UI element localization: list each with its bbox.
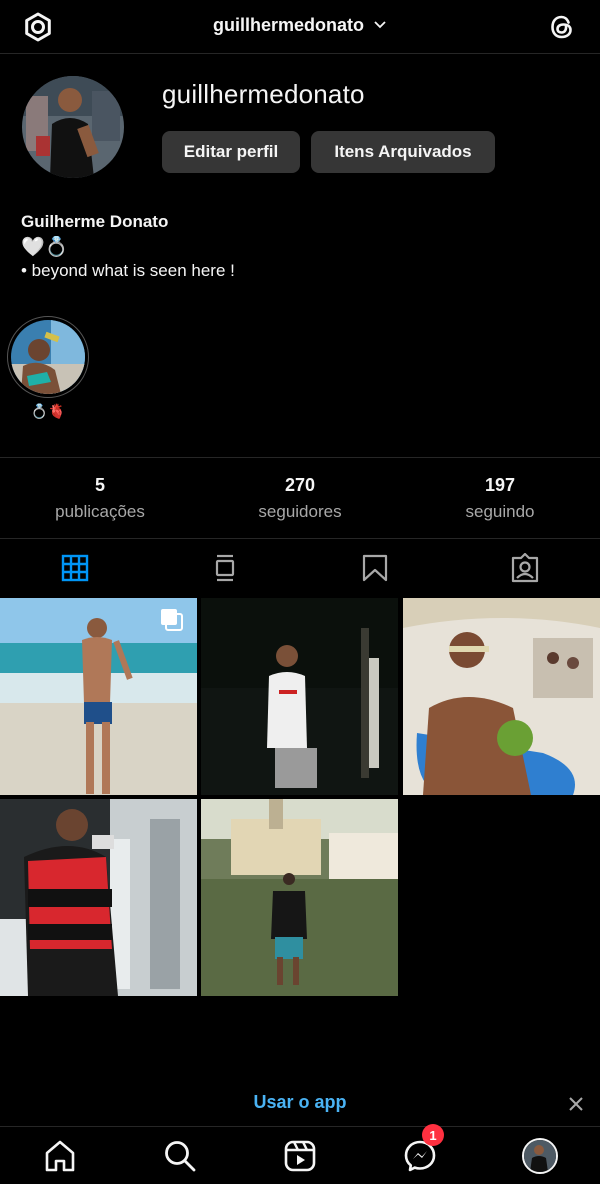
top-bar: guillhermedonato: [0, 0, 600, 54]
nav-reels[interactable]: [240, 1127, 360, 1184]
post-thumbnail[interactable]: [0, 598, 197, 795]
stat-followers-label: seguidores: [258, 502, 342, 521]
profile-avatar[interactable]: [22, 76, 124, 178]
nav-home[interactable]: [0, 1127, 120, 1184]
close-icon[interactable]: [566, 1094, 586, 1114]
chevron-down-icon: [374, 21, 386, 29]
use-app-link[interactable]: Usar o app: [0, 1092, 600, 1113]
stat-following-value: 197: [484, 475, 516, 495]
threads-icon[interactable]: [544, 9, 580, 45]
profile-tabs: [0, 539, 600, 597]
bio-emoji: 🤍💍: [21, 237, 69, 258]
bookmark-icon: [362, 554, 388, 582]
post-thumbnail[interactable]: [403, 598, 600, 795]
tab-tagged[interactable]: [450, 539, 600, 597]
stat-posts-value: 5: [94, 475, 105, 495]
highlight-label: 💍🫀: [30, 403, 66, 419]
nav-messages[interactable]: 1: [360, 1124, 480, 1184]
stat-following-label: seguindo: [465, 502, 535, 521]
messages-badge: 1: [422, 1124, 444, 1146]
post-thumbnail[interactable]: [201, 799, 398, 996]
edit-profile-button[interactable]: Editar perfil: [162, 131, 300, 173]
stat-posts[interactable]: 5 publicações: [0, 458, 200, 538]
bottom-navigation: 1: [0, 1124, 600, 1184]
profile-stats: 5 publicações 270 seguidores 197 seguind…: [0, 457, 600, 539]
profile-username: guillhermedonato: [162, 79, 365, 109]
app-banner: Usar o app: [0, 1084, 600, 1124]
tab-saved[interactable]: [300, 539, 450, 597]
profile-full-name: Guilherme Donato: [21, 212, 169, 231]
stat-following[interactable]: 197 seguindo: [400, 458, 600, 538]
bio-text: • beyond what is seen here !: [21, 261, 235, 280]
post-thumbnail[interactable]: [201, 598, 398, 795]
stat-followers-value: 270: [284, 475, 316, 495]
tab-feed[interactable]: [150, 539, 300, 597]
reels-icon: [284, 1140, 316, 1171]
search-icon: [165, 1140, 196, 1171]
grid-icon: [61, 554, 89, 582]
post-thumbnail[interactable]: [0, 799, 197, 996]
nav-profile[interactable]: [480, 1127, 600, 1184]
archived-items-button[interactable]: Itens Arquivados: [311, 131, 495, 173]
nav-search[interactable]: [120, 1127, 240, 1184]
story-highlight[interactable]: [7, 316, 89, 398]
tab-grid[interactable]: [0, 539, 150, 597]
stat-followers[interactable]: 270 seguidores: [200, 458, 400, 538]
profile-avatar-small: [522, 1137, 558, 1174]
feed-icon: [215, 554, 235, 582]
stat-posts-label: publicações: [55, 502, 145, 521]
home-icon: [45, 1140, 75, 1171]
tagged-icon: [511, 553, 539, 583]
account-switcher[interactable]: guillhermedonato: [0, 14, 600, 36]
header-username: guillhermedonato: [212, 14, 364, 35]
